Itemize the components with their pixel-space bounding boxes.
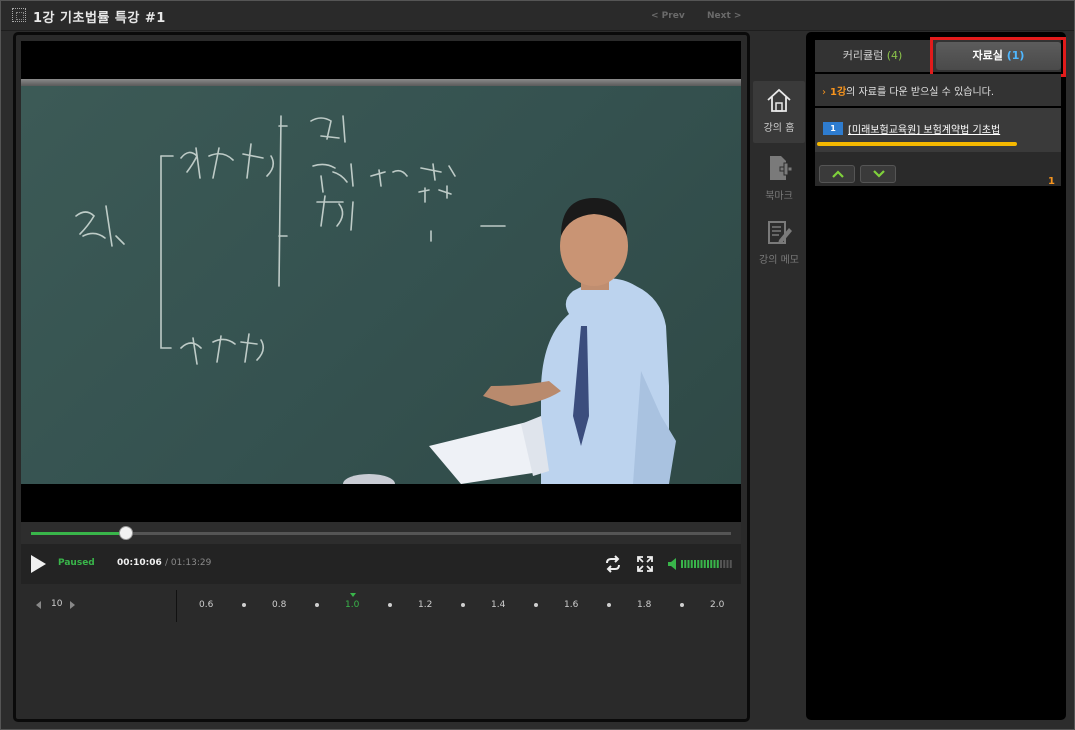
player-panel: Paused 00:10:06 / 01:13:29 10 0.6 0.8 1.0 1… xyxy=(13,32,750,722)
player-window: 1강 기초법률 특강 #1 < Prev Next > Paused 00:10… xyxy=(0,0,1075,730)
tab-curriculum[interactable]: 커리큘럼 (4) xyxy=(815,40,930,72)
speed-dot xyxy=(533,603,538,607)
grid-icon xyxy=(12,8,26,22)
speed-dot xyxy=(460,603,465,607)
volume-bar xyxy=(697,560,700,568)
volume-bar xyxy=(710,560,713,568)
volume-bar xyxy=(690,560,693,568)
divider xyxy=(176,590,177,622)
file-list: 1 [미래보험교육원] 보험계약법 기초법 xyxy=(815,108,1061,152)
speed-option-1-8[interactable]: 1.8 xyxy=(637,600,651,610)
volume-bar xyxy=(684,560,687,568)
bookmark-add-icon xyxy=(770,156,793,180)
highlight-box xyxy=(930,37,1066,77)
current-time: 00:10:06 xyxy=(117,558,162,568)
skip-forward-arrow-icon[interactable] xyxy=(70,601,75,609)
chevron-up-icon xyxy=(832,170,844,178)
page-number: 1 xyxy=(1048,176,1055,187)
memo-icon xyxy=(768,221,792,244)
file-index-badge: 1 xyxy=(823,122,843,135)
next-button[interactable]: Next > xyxy=(707,11,741,21)
total-time: / 01:13:29 xyxy=(165,558,212,568)
tab-count: (4) xyxy=(886,49,903,62)
speed-option-1-4[interactable]: 1.4 xyxy=(491,600,505,610)
download-notice: › 1강의 자료를 다운 받으실 수 있습니다. xyxy=(815,74,1061,106)
speed-option-1-6[interactable]: 1.6 xyxy=(564,600,578,610)
tool-label: 북마크 xyxy=(765,191,793,202)
tool-column: 강의 홈 북마크 강의 메모 xyxy=(753,81,805,281)
repeat-icon[interactable] xyxy=(603,554,623,574)
progress-fill xyxy=(31,532,127,535)
volume-bar xyxy=(703,560,706,568)
volume-bar xyxy=(707,560,709,568)
volume-bar xyxy=(700,560,703,568)
volume-bar xyxy=(681,560,683,568)
chalkboard-rail xyxy=(21,79,741,86)
resource-panel: 커리큘럼 (4) 자료실 (1) › 1강의 자료를 다운 받으실 수 있습니다.… xyxy=(806,32,1066,720)
playback-state: Paused xyxy=(58,558,95,568)
tool-label: 강의 홈 xyxy=(763,123,795,134)
page-up-button[interactable] xyxy=(819,165,855,183)
volume-bar xyxy=(726,560,729,568)
speed-option-0-8[interactable]: 0.8 xyxy=(272,600,286,610)
notice-text: 의 자료를 다운 받으실 수 있습니다. xyxy=(846,87,995,98)
volume-bar xyxy=(723,560,726,568)
title-bar: 1강 기초법률 특강 #1 < Prev Next > xyxy=(1,1,1074,31)
file-highlight-underline xyxy=(817,142,1017,146)
volume-slider[interactable] xyxy=(681,560,733,568)
lecturer-figure xyxy=(429,198,676,484)
page-down-button[interactable] xyxy=(860,165,896,183)
tool-label: 강의 메모 xyxy=(759,255,799,266)
chevron-right-icon: › xyxy=(822,87,826,98)
prev-button[interactable]: < Prev xyxy=(651,11,685,21)
lecture-title: 1강 기초법률 특강 #1 xyxy=(33,11,166,26)
file-pager: 1 xyxy=(815,152,1061,187)
progress-bar[interactable] xyxy=(21,522,741,544)
skip-back-arrow-icon[interactable] xyxy=(36,601,41,609)
speed-control-bar: 10 0.6 0.8 1.0 1.2 1.4 1.6 1.8 2.0 xyxy=(21,584,741,624)
skip-seconds: 10 xyxy=(51,599,63,609)
volume-bar xyxy=(716,560,719,568)
video-area[interactable] xyxy=(21,41,741,522)
speed-dot xyxy=(606,603,611,607)
speed-option-2-0[interactable]: 2.0 xyxy=(710,600,724,610)
tool-lecture-home[interactable]: 강의 홈 xyxy=(753,81,805,143)
file-download-link[interactable]: [미래보험교육원] 보험계약법 기초법 xyxy=(848,121,1000,136)
video-frame-chalkboard xyxy=(21,86,741,484)
progress-handle[interactable] xyxy=(119,526,134,540)
home-icon xyxy=(767,88,791,112)
active-speed-marker-icon xyxy=(350,593,356,597)
progress-track[interactable] xyxy=(31,526,731,540)
volume-bar xyxy=(713,560,716,568)
play-button[interactable] xyxy=(31,555,46,573)
notice-lecture: 1강 xyxy=(830,87,847,98)
video-frame-image xyxy=(75,115,676,484)
speed-option-1-2[interactable]: 1.2 xyxy=(418,600,432,610)
volume-bar xyxy=(694,560,696,568)
volume-bar xyxy=(729,560,732,568)
volume-bar xyxy=(720,560,722,568)
speed-dot xyxy=(387,603,392,607)
speed-dot xyxy=(679,603,684,607)
tab-label: 커리큘럼 xyxy=(842,49,884,62)
tool-bookmark[interactable]: 북마크 xyxy=(753,149,805,211)
speed-dot xyxy=(241,603,246,607)
chevron-down-icon xyxy=(873,170,885,178)
control-bar: Paused 00:10:06 / 01:13:29 xyxy=(21,544,741,584)
fullscreen-icon[interactable] xyxy=(635,554,655,574)
tool-memo[interactable]: 강의 메모 xyxy=(753,213,805,275)
volume-bar xyxy=(687,560,690,568)
speed-option-1-0[interactable]: 1.0 xyxy=(345,600,359,610)
volume-icon[interactable] xyxy=(667,557,679,571)
speed-option-0-6[interactable]: 0.6 xyxy=(199,600,213,610)
speed-dot xyxy=(314,603,319,607)
